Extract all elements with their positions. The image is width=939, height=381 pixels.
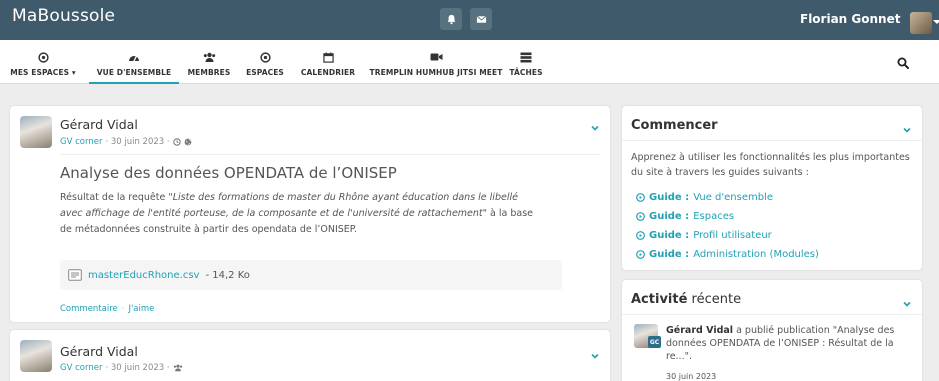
- author-name[interactable]: Gérard Vidal: [60, 117, 138, 132]
- play-circle-icon: [636, 231, 645, 240]
- guide-link-dashboard[interactable]: Guide : Vue d'ensemble: [636, 192, 773, 203]
- space-link[interactable]: GV corner: [60, 363, 102, 373]
- chevron-down-icon[interactable]: [933, 20, 939, 24]
- guide-link-administration[interactable]: Guide : Administration (Modules): [636, 249, 819, 260]
- panel-title: Commencer: [631, 118, 718, 133]
- nav-item-jitsi-meet[interactable]: TREMPLIN HUMHUB JITSI MEET: [368, 40, 504, 84]
- users-icon: [203, 50, 216, 64]
- post-date: · 30 juin 2023 ·: [105, 363, 170, 373]
- panel-collapse-chevron[interactable]: [902, 120, 912, 133]
- divider: [622, 140, 922, 141]
- panel-title: Activité récente: [631, 292, 741, 307]
- post-menu-chevron[interactable]: [590, 346, 600, 359]
- globe-icon: [184, 138, 191, 146]
- top-bar: MaBoussole Florian Gonnet: [0, 0, 939, 40]
- users-icon: [173, 364, 182, 372]
- post-date: · 30 juin 2023 ·: [105, 137, 170, 147]
- guide-link-profile[interactable]: Guide : Profil utilisateur: [636, 230, 772, 241]
- brand-logo[interactable]: MaBoussole: [12, 6, 115, 26]
- notifications-button[interactable]: [440, 8, 462, 30]
- guide-label: Espaces: [693, 211, 735, 222]
- divider: [60, 154, 600, 155]
- activity-text: Gérard Vidal a publié publication "Analy…: [666, 324, 906, 363]
- file-text-icon: [68, 269, 82, 281]
- panel-title-bold: Activité: [631, 292, 688, 307]
- nav-item-label: MEMBRES: [187, 68, 231, 77]
- nav-item-spaces[interactable]: ESPACES: [244, 40, 286, 84]
- activity-date: 30 juin 2023: [666, 372, 717, 381]
- getting-started-panel: Commencer Apprenez à utiliser les foncti…: [622, 106, 922, 270]
- panel-collapse-chevron[interactable]: [902, 294, 912, 307]
- user-name[interactable]: Florian Gonnet: [800, 12, 900, 26]
- recent-activity-panel: Activité récente GC Gérard Vidal a publi…: [622, 280, 922, 381]
- guide-prefix: Guide :: [649, 249, 690, 260]
- guide-prefix: Guide :: [649, 230, 690, 241]
- panel-description: Apprenez à utiliser les fonctionnalités …: [631, 152, 910, 178]
- author-name[interactable]: Gérard Vidal: [60, 344, 138, 359]
- chevron-down-icon: [903, 127, 911, 133]
- nav-item-members[interactable]: MEMBRES: [186, 40, 232, 84]
- guide-label: Vue d'ensemble: [693, 192, 773, 203]
- space-link[interactable]: GV corner: [60, 137, 102, 147]
- nav-item-my-spaces[interactable]: MES ESPACES ▾: [7, 40, 79, 84]
- tasks-icon: [520, 50, 532, 64]
- nav-item-label: VUE D'ENSEMBLE: [96, 68, 172, 77]
- nav-item-tasks[interactable]: TÂCHES: [509, 40, 543, 84]
- guide-label: Administration (Modules): [693, 249, 819, 260]
- messages-button[interactable]: [470, 8, 492, 30]
- user-avatar[interactable]: [910, 12, 932, 34]
- like-link[interactable]: J'aime: [128, 304, 154, 314]
- envelope-icon: [476, 15, 486, 23]
- post-meta: GV corner · 30 juin 2023 ·: [60, 137, 192, 147]
- nav-item-calendar[interactable]: CALENDRIER: [298, 40, 358, 84]
- action-separator: ·: [121, 304, 125, 314]
- space-badge: GC: [648, 336, 661, 348]
- tachometer-icon: [128, 50, 140, 64]
- video-camera-icon: [430, 50, 443, 64]
- post-body: Résultat de la requête "Liste des format…: [60, 190, 540, 238]
- dot-circle-icon: [37, 50, 49, 64]
- dot-circle-icon: [259, 50, 271, 64]
- main-nav: MES ESPACES ▾ VUE D'ENSEMBLE MEMBRES ESP…: [0, 40, 939, 84]
- post-meta: GV corner · 30 juin 2023 ·: [60, 363, 183, 373]
- panel-title-rest: récente: [687, 292, 742, 307]
- divider: [622, 314, 922, 315]
- play-circle-icon: [636, 193, 645, 202]
- comment-link[interactable]: Commentaire: [60, 304, 118, 314]
- guide-link-spaces[interactable]: Guide : Espaces: [636, 211, 734, 222]
- author-avatar[interactable]: [20, 340, 52, 372]
- file-attachment[interactable]: masterEducRhone.csv - 14,2 Ko: [60, 260, 562, 290]
- post-card: Gérard Vidal GV corner · 30 juin 2023 ·: [10, 330, 610, 381]
- chevron-down-icon: [591, 125, 599, 131]
- play-circle-icon: [636, 250, 645, 259]
- chevron-down-icon: [591, 353, 599, 359]
- nav-item-label: ESPACES: [246, 68, 284, 77]
- clock-icon: [172, 138, 181, 146]
- guide-label: Profil utilisateur: [693, 230, 772, 241]
- bell-icon: [447, 14, 455, 24]
- post-body-prefix: Résultat de la requête ": [60, 192, 173, 203]
- author-avatar[interactable]: [20, 116, 52, 148]
- play-circle-icon: [636, 212, 645, 221]
- search-icon: [897, 57, 909, 69]
- nav-item-label: CALENDRIER: [300, 68, 356, 77]
- post-title: Analyse des données OPENDATA de l’ONISEP: [60, 164, 397, 182]
- file-size: - 14,2 Ko: [205, 269, 250, 281]
- activity-author: Gérard Vidal: [666, 325, 734, 336]
- guide-prefix: Guide :: [649, 211, 690, 222]
- nav-item-dashboard[interactable]: VUE D'ENSEMBLE: [89, 40, 179, 84]
- post-card: Gérard Vidal GV corner · 30 juin 2023 · …: [10, 106, 610, 322]
- nav-item-label: TÂCHES: [509, 68, 543, 77]
- chevron-down-icon: [903, 301, 911, 307]
- search-button[interactable]: [897, 54, 913, 70]
- guide-prefix: Guide :: [649, 192, 690, 203]
- nav-item-label: TREMPLIN HUMHUB JITSI MEET: [369, 68, 503, 77]
- calendar-icon: [322, 50, 334, 64]
- nav-item-label: MES ESPACES ▾: [10, 68, 76, 77]
- post-actions: Commentaire · J'aime: [60, 304, 154, 314]
- file-name-link[interactable]: masterEducRhone.csv: [88, 270, 199, 281]
- post-menu-chevron[interactable]: [590, 118, 600, 131]
